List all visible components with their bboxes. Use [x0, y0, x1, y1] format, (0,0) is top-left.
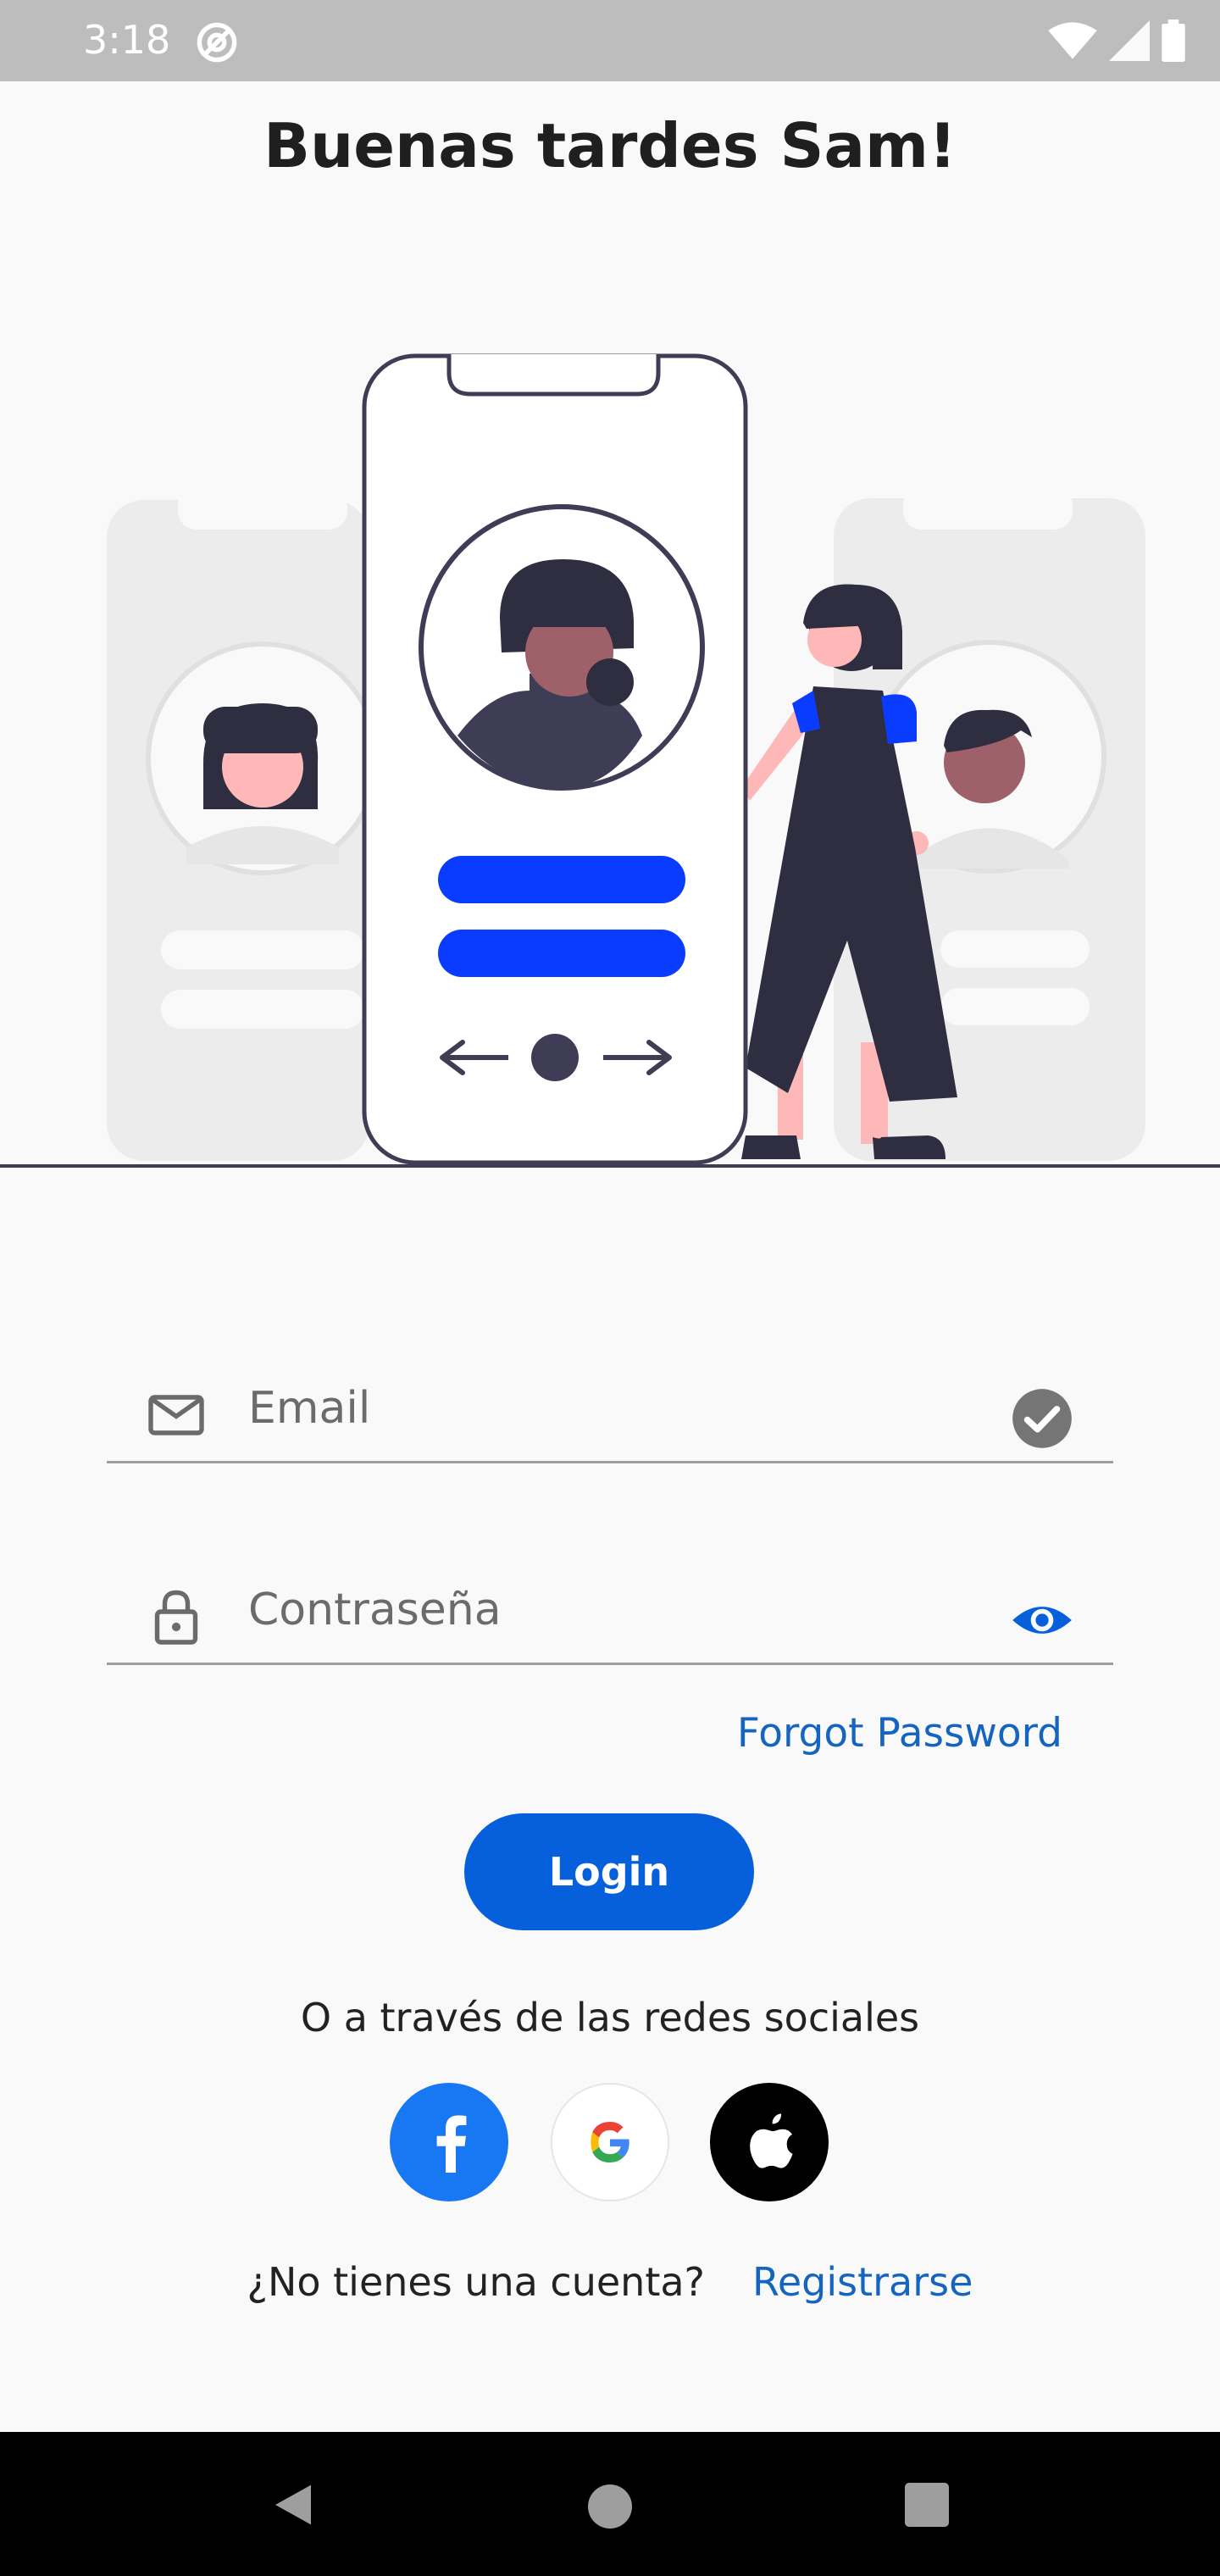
google-icon [591, 2122, 629, 2162]
login-button[interactable]: Login [464, 1813, 754, 1930]
status-time: 3:18 [83, 17, 171, 63]
signup-row: ¿No tienes una cuenta? Registrarse [0, 2259, 1220, 2305]
at-sign-icon [197, 22, 237, 63]
apple-login-button[interactable] [710, 2083, 829, 2201]
page-title: Buenas tardes Sam! [263, 110, 957, 181]
signal-icon [1109, 20, 1150, 61]
forgot-password-link[interactable]: Forgot Password [737, 1710, 1062, 1757]
battery-icon [1162, 19, 1185, 62]
signup-link[interactable]: Registrarse [752, 2259, 973, 2305]
login-illustration [0, 353, 1220, 1168]
email-field[interactable]: Email [107, 1359, 1113, 1463]
mail-icon [148, 1395, 204, 1435]
back-icon[interactable] [269, 2481, 317, 2529]
lock-icon [154, 1590, 198, 1645]
email-placeholder: Email [248, 1383, 371, 1434]
social-login-label: O a través de las redes sociales [300, 1995, 920, 2040]
facebook-icon [436, 2115, 467, 2173]
status-icons [1047, 19, 1186, 63]
eye-icon[interactable] [1010, 1588, 1074, 1652]
apple-icon [750, 2113, 793, 2168]
check-circle-icon [1012, 1389, 1072, 1448]
password-placeholder: Contraseña [248, 1585, 502, 1635]
facebook-login-button[interactable] [390, 2083, 508, 2201]
status-bar: 3:18 [0, 0, 1220, 81]
recents-icon[interactable] [905, 2483, 949, 2527]
signup-question: ¿No tienes una cuenta? [247, 2259, 705, 2305]
password-field[interactable]: Contraseña [107, 1561, 1113, 1665]
home-icon[interactable] [588, 2484, 632, 2529]
wifi-icon [1048, 22, 1097, 59]
google-login-button[interactable] [551, 2083, 669, 2201]
